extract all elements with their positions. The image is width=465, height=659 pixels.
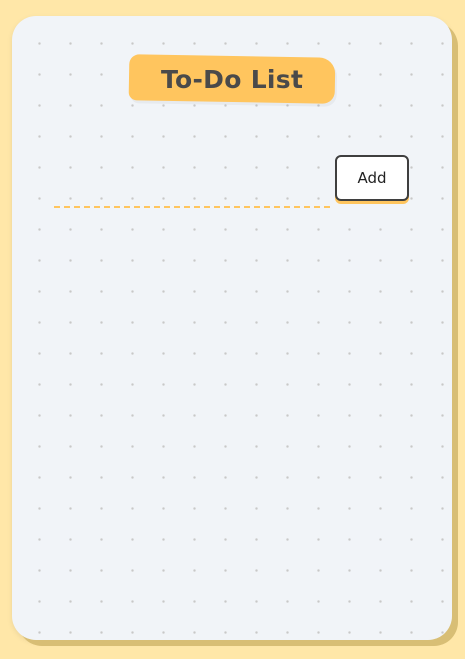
title-badge: To-Do List — [128, 54, 336, 104]
todo-input-wrapper — [54, 174, 330, 208]
todo-card: To-Do List Add — [12, 16, 452, 640]
page-background: To-Do List Add — [0, 0, 465, 659]
add-button[interactable]: Add — [335, 155, 409, 201]
todo-input[interactable] — [54, 174, 330, 208]
todo-list — [54, 236, 410, 596]
page-title: To-Do List — [160, 64, 304, 94]
